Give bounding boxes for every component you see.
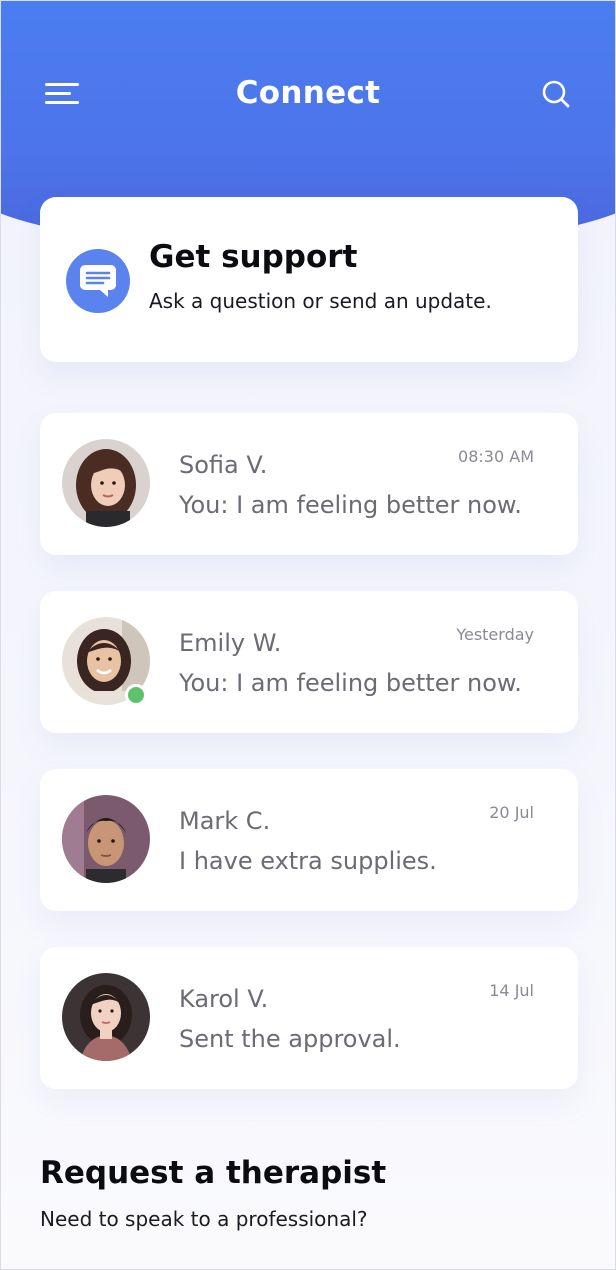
chat-name: Sofia V. [179, 451, 268, 479]
chat-message: Sent the approval. [179, 1025, 401, 1053]
request-therapist-title[interactable]: Request a therapist [40, 1155, 386, 1191]
chat-name: Karol V. [179, 985, 269, 1013]
avatar [62, 973, 150, 1061]
app-screen: Connect Get support Ask a question or se… [0, 0, 616, 1270]
chat-message: You: I am feeling better now. [179, 669, 522, 697]
get-support-card[interactable]: Get support Ask a question or send an up… [40, 197, 578, 362]
chat-message: You: I am feeling better now. [179, 491, 522, 519]
chat-time: Yesterday [456, 625, 534, 644]
chat-time: 20 Jul [489, 803, 534, 822]
online-status-indicator [125, 684, 147, 706]
chat-name: Emily W. [179, 629, 282, 657]
top-bar: Connect [1, 61, 615, 125]
support-subtitle: Ask a question or send an update. [149, 289, 492, 313]
chat-item-sofia[interactable]: Sofia V. You: I am feeling better now. 0… [40, 413, 578, 555]
avatar [62, 439, 150, 527]
chat-time: 08:30 AM [458, 447, 534, 466]
page-title: Connect [235, 75, 381, 111]
chat-name: Mark C. [179, 807, 271, 835]
support-title: Get support [149, 239, 358, 275]
avatar [62, 795, 150, 883]
chat-time: 14 Jul [489, 981, 534, 1000]
hamburger-menu-icon[interactable] [45, 83, 81, 105]
chat-bubble-icon [66, 249, 130, 313]
chat-item-mark[interactable]: Mark C. I have extra supplies. 20 Jul [40, 769, 578, 911]
chat-item-karol[interactable]: Karol V. Sent the approval. 14 Jul [40, 947, 578, 1089]
chat-message: I have extra supplies. [179, 847, 437, 875]
chat-item-emily[interactable]: Emily W. You: I am feeling better now. Y… [40, 591, 578, 733]
request-therapist-subtitle: Need to speak to a professional? [40, 1207, 368, 1231]
search-icon[interactable] [541, 79, 571, 109]
